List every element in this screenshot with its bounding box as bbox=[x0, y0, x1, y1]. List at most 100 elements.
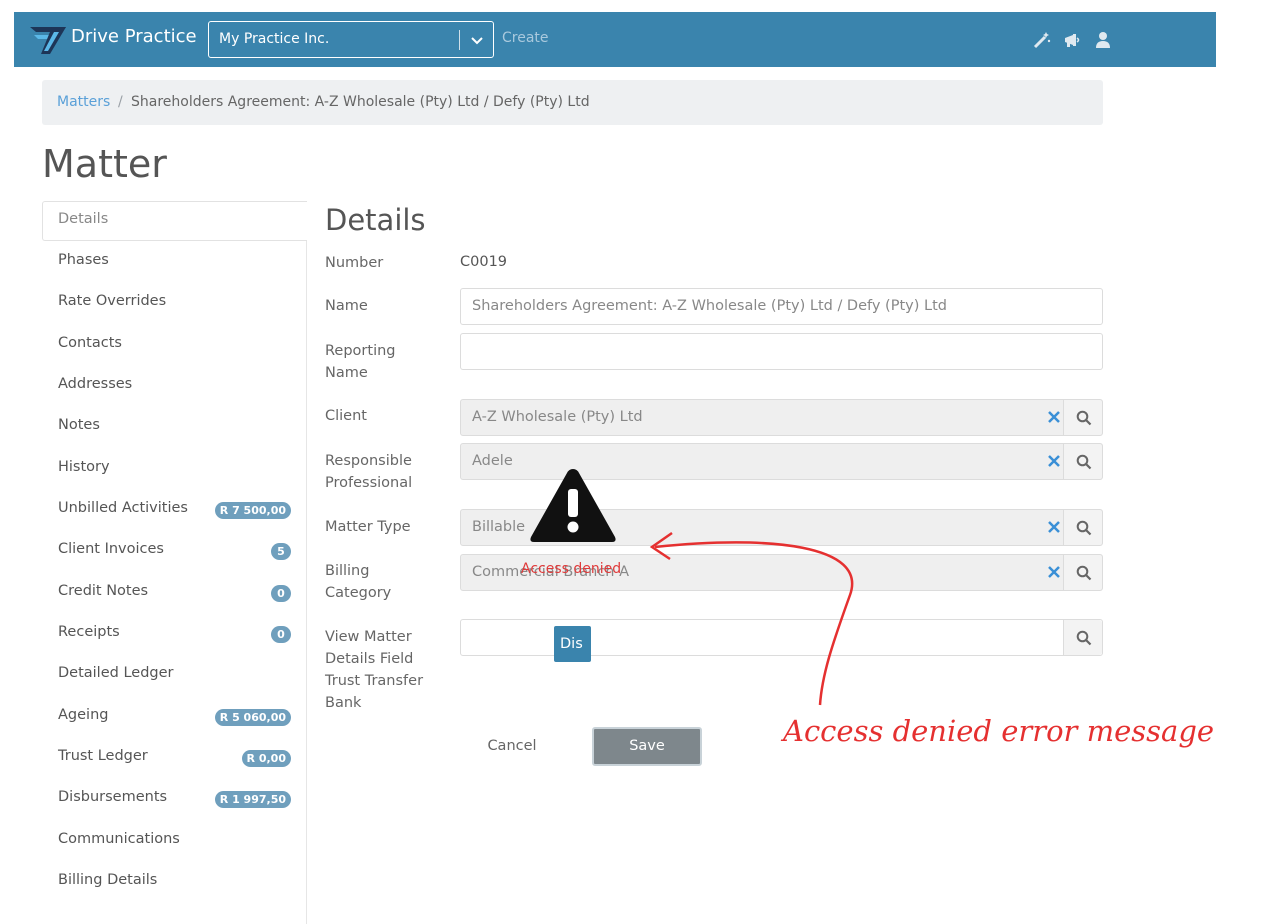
amount-badge: R 7 500,00 bbox=[214, 502, 291, 519]
client-lookup-value: A-Z Wholesale (Pty) Ltd bbox=[472, 409, 643, 425]
name-input-value: Shareholders Agreement: A-Z Wholesale (P… bbox=[472, 298, 947, 314]
truncated-dis-button[interactable]: Dis bbox=[554, 626, 591, 662]
chevron-down-icon[interactable] bbox=[467, 30, 487, 50]
count-badge: 0 bbox=[271, 585, 291, 602]
sidebar-item-communications[interactable]: Communications bbox=[42, 821, 307, 861]
label-line: View Matter bbox=[325, 629, 412, 645]
sidebar-item-unbilled-activities[interactable]: Unbilled Activities R 7 500,00 bbox=[42, 490, 307, 530]
responsible-professional-label: Responsible Professional bbox=[325, 450, 440, 494]
magic-wand-icon[interactable] bbox=[1032, 30, 1052, 50]
sidebar-item-credit-notes[interactable]: Credit Notes 0 bbox=[42, 573, 307, 613]
sidebar-item-label: Client Invoices bbox=[58, 541, 164, 557]
reporting-name-label: Reporting Name bbox=[325, 340, 440, 384]
label-line: Name bbox=[325, 365, 368, 381]
sidebar-item-client-invoices[interactable]: Client Invoices 5 bbox=[42, 531, 307, 571]
search-icon bbox=[1076, 410, 1092, 426]
amount-badge: R 5 060,00 bbox=[214, 709, 291, 726]
sidebar-item-receipts[interactable]: Receipts 0 bbox=[42, 614, 307, 654]
sidebar-item-label: Details bbox=[58, 211, 109, 227]
name-label: Name bbox=[325, 298, 368, 314]
matter-type-search-button[interactable] bbox=[1063, 510, 1102, 545]
sidebar-item-label: Addresses bbox=[58, 376, 133, 392]
search-icon bbox=[1076, 454, 1092, 470]
sidebar-item-label: History bbox=[58, 459, 110, 475]
practice-select[interactable]: My Practice Inc. bbox=[208, 21, 494, 58]
label-line: Professional bbox=[325, 475, 413, 491]
sidebar-item-detailed-ledger[interactable]: Detailed Ledger bbox=[42, 655, 307, 695]
matter-type-value: Billable bbox=[472, 519, 526, 535]
breadcrumb-matters-link[interactable]: Matters bbox=[57, 94, 110, 110]
annotation-label: Access denied error message bbox=[783, 714, 1215, 748]
client-search-button[interactable] bbox=[1063, 400, 1102, 435]
sidebar-item-notes[interactable]: Notes bbox=[42, 407, 307, 447]
count-badge: 0 bbox=[271, 626, 291, 643]
top-navbar: Drive Practice My Practice Inc. Create bbox=[14, 12, 1216, 67]
clear-icon[interactable] bbox=[1046, 453, 1062, 469]
sidebar-item-label: Contacts bbox=[58, 335, 122, 351]
annotation-arrow-icon bbox=[649, 531, 854, 706]
billing-category-search-button[interactable] bbox=[1063, 555, 1102, 590]
cancel-button[interactable]: Cancel bbox=[470, 728, 554, 765]
sidebar-item-label: Billing Details bbox=[58, 872, 158, 888]
clear-icon[interactable] bbox=[1046, 519, 1062, 535]
sidebar-item-addresses[interactable]: Addresses bbox=[42, 366, 307, 406]
trust-transfer-bank-label: View Matter Details Field Trust Transfer… bbox=[325, 626, 440, 714]
sidebar-item-details[interactable]: Details bbox=[42, 201, 307, 241]
user-icon[interactable] bbox=[1093, 30, 1113, 50]
amount-badge: R 1 997,50 bbox=[214, 791, 291, 808]
breadcrumb-current: Shareholders Agreement: A-Z Wholesale (P… bbox=[131, 94, 590, 110]
megaphone-icon[interactable] bbox=[1062, 30, 1082, 50]
clear-icon[interactable] bbox=[1046, 564, 1062, 580]
search-icon bbox=[1076, 630, 1092, 646]
label-line: Details Field bbox=[325, 651, 414, 667]
matter-sidenav: Details Phases Rate Overrides Contacts A… bbox=[42, 201, 307, 924]
amount-badge: R 0,00 bbox=[241, 750, 291, 767]
sidebar-item-ageing[interactable]: Ageing R 5 060,00 bbox=[42, 697, 307, 737]
details-heading: Details bbox=[325, 203, 426, 237]
number-value: C0019 bbox=[460, 254, 508, 270]
label-line: Responsible bbox=[325, 453, 412, 469]
breadcrumb: Matters / Shareholders Agreement: A-Z Wh… bbox=[42, 80, 1103, 125]
sidebar-item-label: Trust Ledger bbox=[58, 748, 148, 764]
trust-transfer-bank-search-button[interactable] bbox=[1063, 620, 1102, 655]
create-link[interactable]: Create bbox=[502, 30, 549, 46]
count-badge: 5 bbox=[271, 543, 291, 560]
select-divider bbox=[459, 30, 460, 50]
sidebar-item-label: Detailed Ledger bbox=[58, 665, 174, 681]
search-icon bbox=[1076, 565, 1092, 581]
billing-category-label: Billing Category bbox=[325, 560, 440, 604]
brand-name[interactable]: Drive Practice bbox=[71, 26, 197, 47]
sidebar-item-label: Communications bbox=[58, 831, 180, 847]
responsible-professional-value: Adele bbox=[472, 453, 513, 469]
breadcrumb-separator: / bbox=[118, 94, 123, 110]
matter-type-label: Matter Type bbox=[325, 519, 411, 535]
sidebar-item-contacts[interactable]: Contacts bbox=[42, 325, 307, 365]
sidebar-item-trust-ledger[interactable]: Trust Ledger R 0,00 bbox=[42, 738, 307, 778]
label-line: Trust Transfer bbox=[325, 673, 424, 689]
sidebar-item-label: Phases bbox=[58, 252, 109, 268]
sidebar-item-history[interactable]: History bbox=[42, 449, 307, 489]
number-label: Number bbox=[325, 255, 384, 271]
access-denied-text: Access denied bbox=[521, 561, 622, 577]
sidebar-item-label: Unbilled Activities bbox=[58, 500, 188, 516]
drive-practice-logo[interactable] bbox=[28, 23, 68, 55]
sidebar-item-label: Ageing bbox=[58, 707, 109, 723]
sidebar-item-label: Disbursements bbox=[58, 789, 168, 805]
name-input[interactable]: Shareholders Agreement: A-Z Wholesale (P… bbox=[460, 288, 1103, 325]
sidebar-item-phases[interactable]: Phases bbox=[42, 242, 307, 282]
label-line: Reporting bbox=[325, 343, 396, 359]
clear-icon[interactable] bbox=[1046, 409, 1062, 425]
sidebar-item-label: Rate Overrides bbox=[58, 293, 167, 309]
sidebar-item-label: Notes bbox=[58, 417, 100, 433]
save-button[interactable]: Save bbox=[592, 727, 702, 766]
responsible-professional-search-button[interactable] bbox=[1063, 444, 1102, 479]
reporting-name-input[interactable] bbox=[460, 333, 1103, 370]
client-lookup[interactable]: A-Z Wholesale (Pty) Ltd bbox=[460, 399, 1103, 436]
label-line: Bank bbox=[325, 695, 362, 711]
sidebar-item-rate-overrides[interactable]: Rate Overrides bbox=[42, 283, 307, 323]
sidebar-item-disbursements[interactable]: Disbursements R 1 997,50 bbox=[42, 779, 307, 819]
sidebar-item-billing-details[interactable]: Billing Details bbox=[42, 862, 307, 902]
client-label: Client bbox=[325, 408, 367, 424]
sidebar-item-label: Credit Notes bbox=[58, 583, 149, 599]
label-line: Billing bbox=[325, 563, 370, 579]
